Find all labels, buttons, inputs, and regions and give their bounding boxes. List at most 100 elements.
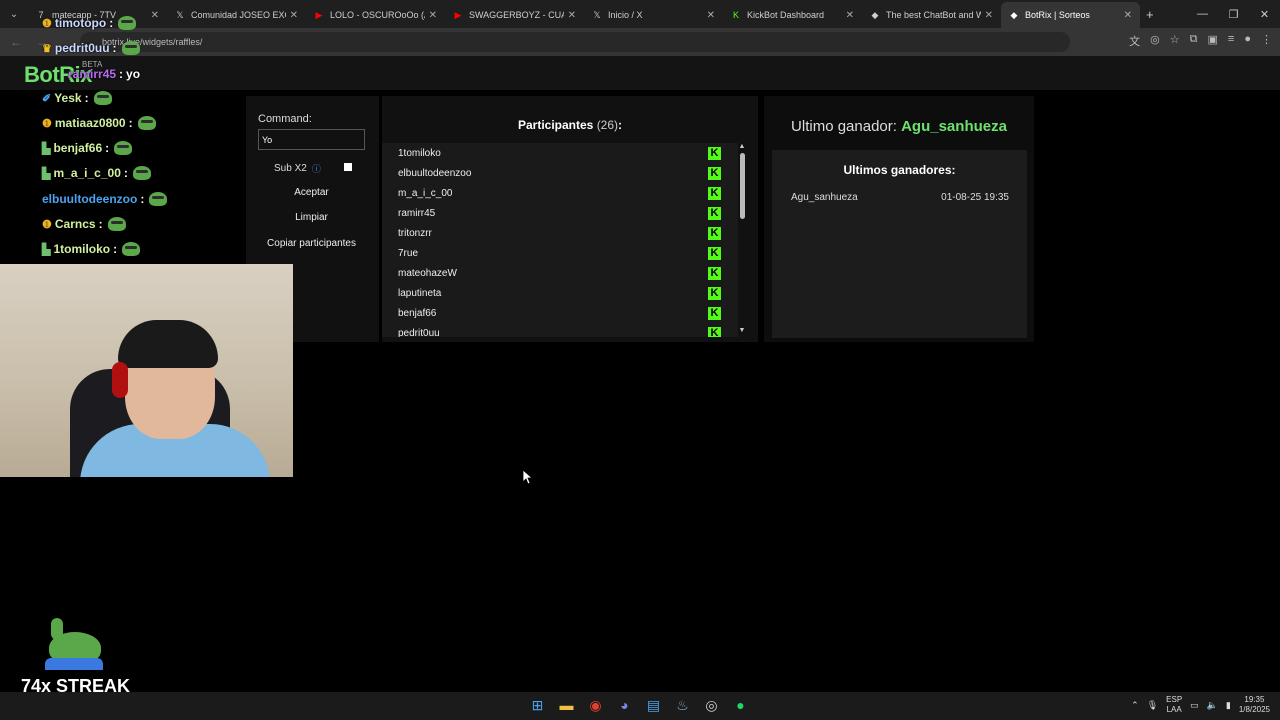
- clock[interactable]: 19:35 1/8/2025: [1239, 695, 1270, 715]
- star-icon[interactable]: ☆: [1170, 33, 1180, 49]
- participant-name: benjaf66: [398, 307, 437, 319]
- close-icon[interactable]: ✕: [429, 10, 437, 21]
- store-icon[interactable]: ▤: [644, 696, 663, 715]
- chrome-icon[interactable]: ◉: [586, 696, 605, 715]
- translate-icon[interactable]: 文: [1129, 33, 1140, 49]
- list-item: m_a_i_c_00 K: [382, 183, 738, 203]
- tab-title: The best ChatBot and Wi: [886, 10, 981, 20]
- close-icon[interactable]: ✕: [846, 10, 854, 21]
- scroll-thumb[interactable]: [740, 153, 745, 219]
- webcam-feed: [0, 264, 293, 477]
- more-icon[interactable]: ⋮: [1261, 33, 1272, 49]
- info-icon[interactable]: ⓘ: [312, 162, 321, 175]
- kick-icon: K: [708, 326, 721, 337]
- chat-colon: :: [105, 141, 110, 155]
- crown-icon: ♛: [42, 42, 52, 55]
- battery-icon[interactable]: ▮: [1226, 700, 1231, 711]
- participants-count: (26): [596, 118, 619, 132]
- tab-title: Inicio / X: [608, 10, 643, 20]
- chat-colon: :: [109, 16, 114, 30]
- chat-user: benjaf66: [53, 141, 103, 155]
- chat-message: ▙ m_a_i_c_00:: [42, 166, 151, 180]
- media-icon[interactable]: ≡: [1228, 33, 1234, 49]
- tab-7[interactable]: ◆ BotRix | Sorteos ✕: [1001, 2, 1140, 28]
- tab-2[interactable]: ▶ LOLO - OSCUROoOo (Au ✕: [306, 2, 445, 28]
- clock-time: 19:35: [1244, 695, 1265, 704]
- restore-icon[interactable]: ❐: [1218, 8, 1249, 21]
- close-icon[interactable]: ✕: [1124, 10, 1132, 21]
- last-winner-name: Agu_sanhueza: [901, 118, 1007, 135]
- chat-message: ramirr45: yo: [68, 67, 140, 81]
- sub-badge-icon: ❶: [42, 218, 52, 231]
- steam-icon[interactable]: ♨: [673, 696, 692, 715]
- kick-icon: K: [708, 226, 721, 240]
- spotify-icon[interactable]: ●: [731, 696, 750, 715]
- chat-colon: :: [84, 91, 89, 105]
- participants-colon: :: [618, 118, 623, 132]
- close-icon[interactable]: ✕: [985, 10, 993, 21]
- kick-icon: K: [708, 206, 721, 220]
- new-tab-icon[interactable]: +: [1146, 7, 1154, 22]
- botrix-icon: ◆: [1010, 10, 1018, 20]
- file-explorer-icon[interactable]: ▬: [557, 696, 576, 715]
- chat-message: ✐ Yesk:: [42, 91, 112, 105]
- scroll-up-icon[interactable]: ▲: [738, 143, 746, 150]
- profile-icon[interactable]: ●: [1244, 33, 1251, 49]
- chat-user: timotopo: [54, 16, 107, 30]
- puzzle-icon[interactable]: ▣: [1208, 33, 1218, 49]
- sword-icon: ✐: [42, 92, 52, 105]
- eye-off-icon[interactable]: ◎: [1150, 33, 1160, 49]
- kick-icon: K: [708, 246, 721, 260]
- tab-6[interactable]: ◆ The best ChatBot and Wi ✕: [862, 2, 1001, 28]
- tab-5[interactable]: K KickBot Dashboard ✕: [723, 2, 862, 28]
- chat-message: ▙ 1tomiloko:: [42, 242, 141, 256]
- windows-start-icon[interactable]: ⊞: [528, 696, 547, 715]
- clock-date: 1/8/2025: [1238, 705, 1270, 714]
- mic-icon[interactable]: 🎙: [1147, 700, 1158, 711]
- chat-colon: :: [113, 242, 118, 256]
- sub-badge-icon: ❶: [42, 17, 52, 30]
- close-window-icon[interactable]: ✕: [1249, 8, 1280, 21]
- chat-colon: :: [98, 217, 103, 231]
- close-icon[interactable]: ✕: [568, 10, 576, 21]
- frog-emote-icon: [93, 91, 112, 105]
- list-item: ramirr45 K: [382, 203, 738, 223]
- participant-name: ramirr45: [398, 207, 436, 219]
- x-icon: 𝕏: [593, 10, 601, 20]
- mouse-cursor-icon: [523, 470, 533, 485]
- bot-badge-icon: ▙: [42, 243, 51, 256]
- participant-name: 1tomiloko: [398, 147, 441, 159]
- tab-4[interactable]: 𝕏 Inicio / X ✕: [584, 2, 723, 28]
- participant-name: laputineta: [398, 287, 442, 299]
- last-winner: Ultimo ganador: Agu_sanhueza: [764, 118, 1034, 135]
- participants-title: Participantes (26):: [382, 118, 758, 132]
- obs-icon[interactable]: ◎: [702, 696, 721, 715]
- tab-title: BotRix | Sorteos: [1025, 10, 1090, 20]
- last-winner-label: Ultimo ganador:: [791, 118, 897, 135]
- participants-scrollbar[interactable]: ▲ ▼: [738, 143, 758, 337]
- system-tray: ⌃ 🎙 ESP LAA ▭ 🔈 ▮ 19:35 1/8/2025: [1131, 695, 1270, 715]
- chat-colon: :: [112, 41, 117, 55]
- chat-message: ♛ pedrit0uu:: [42, 41, 140, 55]
- chat-user: elbuultodeenzoo: [42, 192, 138, 206]
- scroll-down-icon[interactable]: ▼: [738, 327, 746, 334]
- minimize-icon[interactable]: —: [1187, 8, 1218, 21]
- discord-icon[interactable]: ◕: [615, 696, 634, 715]
- chat-user: matiaaz0800: [54, 116, 126, 130]
- frog-emote-icon: [118, 16, 137, 30]
- display-icon[interactable]: ▭: [1190, 700, 1199, 711]
- winners-history-title: Ultimos ganadores:: [843, 163, 956, 177]
- list-item: laputineta K: [382, 283, 738, 303]
- chat-user: m_a_i_c_00: [53, 166, 121, 180]
- tab-3[interactable]: ▶ SWAGGERBOYZ - CUAND ✕: [445, 2, 584, 28]
- sub-x2-checkbox[interactable]: [344, 163, 352, 171]
- chat-message: elbuultodeenzoo:: [42, 192, 168, 206]
- tray-chevron-icon[interactable]: ⌃: [1131, 700, 1139, 711]
- volume-icon[interactable]: 🔈: [1207, 700, 1218, 711]
- extension-icon[interactable]: ⧉: [1190, 33, 1198, 49]
- language-indicator[interactable]: ESP LAA: [1166, 695, 1182, 715]
- list-item: benjaf66 K: [382, 303, 738, 323]
- close-icon[interactable]: ✕: [707, 10, 715, 21]
- participants-list[interactable]: 1tomiloko K elbuultodeenzoo K m_a_i_c_00 K …: [382, 143, 738, 337]
- frog-emote-icon: [132, 166, 151, 180]
